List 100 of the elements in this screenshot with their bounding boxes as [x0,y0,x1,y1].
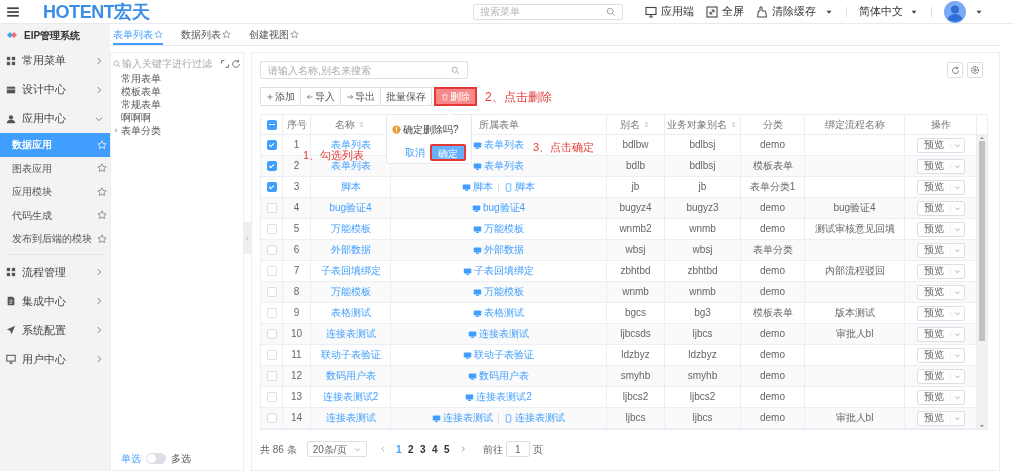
toolbar-button[interactable]: 全屏 [706,3,744,20]
table-cell: wnmb [665,219,741,239]
sidebar-menu-item[interactable]: 系统配置 [0,315,110,345]
preview-dropdown-button[interactable]: 预览 [916,158,965,174]
checkbox[interactable] [266,161,277,171]
preview-dropdown-button[interactable]: 预览 [916,263,965,279]
sidebar-submenu-item[interactable]: 发布到后端的模块 [0,227,110,251]
column-header[interactable]: 业务对象别名 [667,117,727,132]
star-icon [154,29,163,39]
desktop-icon [473,140,482,150]
document-icon [6,296,16,306]
column-header[interactable]: 别名 [620,117,640,132]
tree-item[interactable]: 常规表单 [121,99,161,110]
toolbar-button[interactable]: 应用端 [645,3,694,20]
checkbox[interactable] [266,140,277,150]
search-input[interactable]: 搜索菜单 [480,4,606,19]
table-cell: smyhb [665,366,741,386]
table-cell: wnmb [665,282,741,302]
avatar-button[interactable] [944,0,984,23]
preview-dropdown-button[interactable]: 预览 [916,410,965,426]
sidebar-menu-item[interactable]: 应用中心 [0,104,110,133]
column-header: 分类 [762,118,783,132]
sidebar-submenu-item[interactable]: 图表应用 [0,156,110,180]
mobile-icon [504,413,513,423]
toolbar-button[interactable]: 清除缓存 [756,3,834,20]
search-field[interactable]: 搜索菜单 [473,3,623,20]
table-cell: demo [741,366,805,386]
desktop-icon [473,224,482,234]
preview-dropdown-button[interactable]: 预览 [916,179,965,195]
preview-dropdown-button[interactable]: 预览 [916,221,965,237]
table-cell: demo [741,198,805,218]
desktop-icon [473,245,482,255]
table-cell: 7 [283,261,311,281]
preview-dropdown-button[interactable]: 预览 [916,326,965,342]
page-unit-label: 页 [532,442,543,457]
table-cell: 版本测试 [805,303,905,323]
table-cell: demo [741,387,805,407]
desktop-icon [473,308,482,318]
sidebar-menu-item[interactable]: 集成中心 [0,286,110,316]
tree-item[interactable]: 模板表单 [121,86,161,97]
toolbar-button[interactable]: 导入 [300,87,341,106]
arrow-left-icon [306,92,314,101]
previous-page-button[interactable] [378,445,387,453]
checkbox[interactable] [266,182,277,192]
preview-dropdown-button[interactable]: 预览 [916,305,965,321]
preview-dropdown-button[interactable]: 预览 [916,284,965,300]
preview-dropdown-button[interactable]: 预览 [916,242,965,258]
preview-dropdown-button[interactable]: 预览 [916,347,965,363]
refresh-icon[interactable] [231,58,241,69]
column-header[interactable]: 名称 [335,117,355,132]
toggle-switch[interactable] [146,453,166,464]
toolbar-button[interactable]: 添加 [260,87,301,106]
table-cell: 14 [283,408,311,428]
sidebar-submenu-item[interactable]: 代码生成 [0,203,110,227]
annotation-text: 2、点击删除 [485,88,552,106]
toolbar-button[interactable]: 批量保存 [380,87,432,106]
sidebar-menu-item[interactable]: 常用菜单 [0,46,110,75]
sidebar-menu-item[interactable]: 流程管理 [0,257,110,287]
sidebar-submenu-item[interactable]: 应用模块 [0,180,110,204]
scrollbar[interactable] [977,135,987,429]
preview-dropdown-button[interactable]: 预览 [916,200,965,216]
tree-item[interactable]: 啊啊啊 [121,112,151,123]
desktop-icon [468,371,477,381]
table-cell: ldzbyz [665,345,741,365]
grid-icon [6,267,16,277]
toolbar-button[interactable]: 导出 [340,87,381,106]
page-number[interactable]: 2 [404,441,417,457]
settings-button[interactable] [967,62,983,78]
page-input[interactable]: 1 [505,441,530,457]
settings-icon [970,65,980,75]
page-number[interactable]: 5 [440,441,453,457]
diamond-logo-icon [6,29,18,41]
collapse-handle[interactable] [244,222,251,254]
tab[interactable]: 数据列表 [181,25,231,45]
total-count: 共 86 条 [260,442,297,457]
table-cell: bug验证4 [805,198,905,218]
page-size-select[interactable]: 20条/页 [306,441,367,457]
preview-dropdown-button[interactable]: 预览 [916,389,965,405]
refresh-button[interactable] [947,62,963,78]
select-all-checkbox[interactable] [266,119,277,130]
expand-arrows-icon[interactable] [221,59,229,68]
search-input[interactable]: 请输入名称,别名来搜索 [268,62,451,78]
page-number[interactable]: 4 [428,441,441,457]
search-field[interactable]: 请输入名称,别名来搜索 [260,61,468,79]
table-cell: wbsj [607,240,665,260]
tree-item[interactable]: 常用表单 [121,73,161,84]
star-icon [97,139,107,150]
tab[interactable]: 创建视图 [249,25,299,45]
page-number[interactable]: 3 [416,441,429,457]
table-cell: ljbcs [665,408,741,428]
preview-dropdown-button[interactable]: 预览 [916,368,965,384]
language-select[interactable]: 简体中文 [859,3,919,20]
table-cell: 10 [283,324,311,344]
sidebar-menu-item[interactable]: 用户中心 [0,344,110,374]
tree-item[interactable]: 表单分类 [121,125,161,136]
table-cell: bdlbsj [665,156,741,176]
preview-dropdown-button[interactable]: 预览 [916,137,965,153]
sidebar-menu-item[interactable]: 设计中心 [0,75,110,104]
multi-select-label: 多选 [171,452,191,466]
column-header: 操作 [930,118,951,132]
